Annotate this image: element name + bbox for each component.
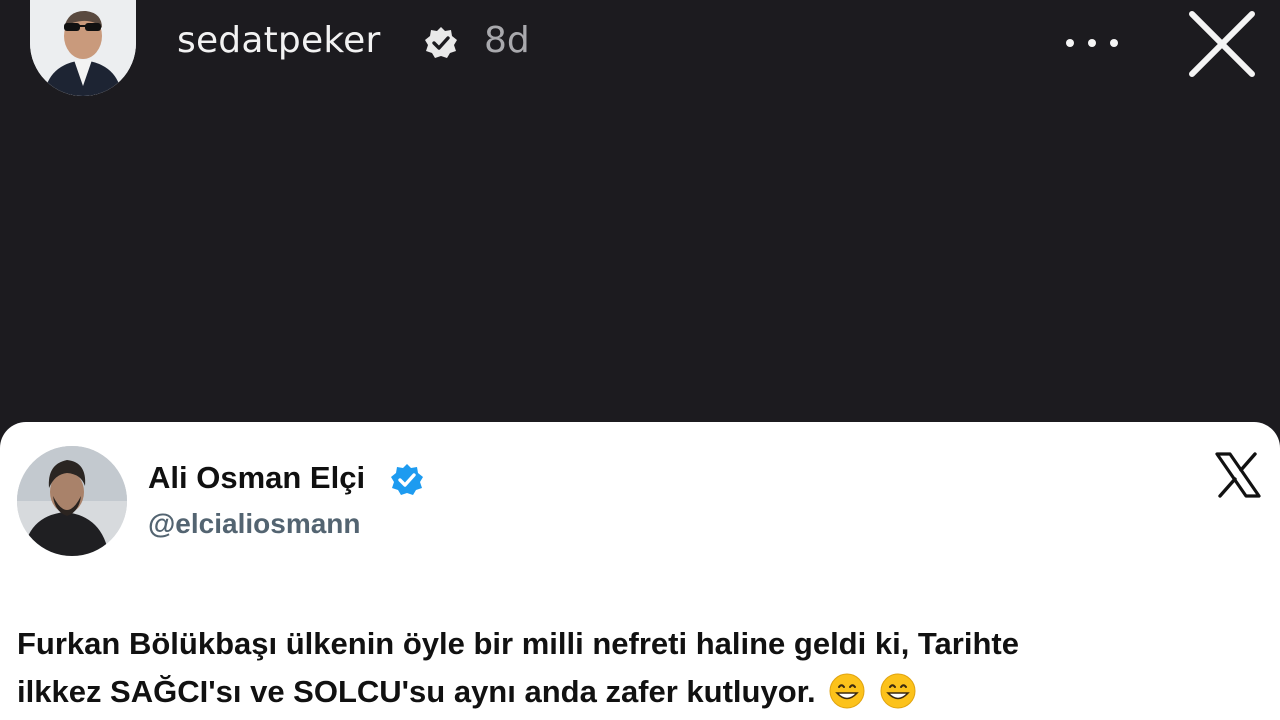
verified-badge-icon — [391, 464, 423, 495]
tweet-text-line: ilkkez SAĞCI'sı ve SOLCU'su aynı anda za… — [17, 668, 1267, 716]
close-icon[interactable] — [1188, 10, 1256, 78]
more-options-icon[interactable] — [1062, 26, 1122, 60]
story-username[interactable]: sedatpeker — [177, 20, 380, 61]
story-author-avatar[interactable] — [30, 0, 136, 96]
tweet-text-line: Furkan Bölükbaşı ülkenin öyle bir milli … — [17, 626, 1019, 661]
tweet-display-name[interactable]: Ali Osman Elçi — [148, 460, 365, 496]
tweet-text-line-content: ilkkez SAĞCI'sı ve SOLCU'su aynı anda za… — [17, 674, 816, 709]
tweet-handle[interactable]: @elcialiosmann — [148, 508, 361, 540]
story-time: 8d — [484, 20, 530, 61]
verified-badge-icon — [425, 27, 457, 58]
tweet-card[interactable]: Ali Osman Elçi @elcialiosmann Furkan Böl… — [0, 422, 1280, 720]
tweet-text: Furkan Bölükbaşı ülkenin öyle bir milli … — [17, 620, 1267, 716]
grinning-face-emoji-icon — [829, 673, 865, 709]
tweet-author-avatar[interactable] — [17, 446, 127, 556]
story-header: sedatpeker 8d — [0, 0, 1280, 96]
grinning-face-emoji-icon — [880, 673, 916, 709]
x-logo-icon — [1215, 452, 1261, 498]
